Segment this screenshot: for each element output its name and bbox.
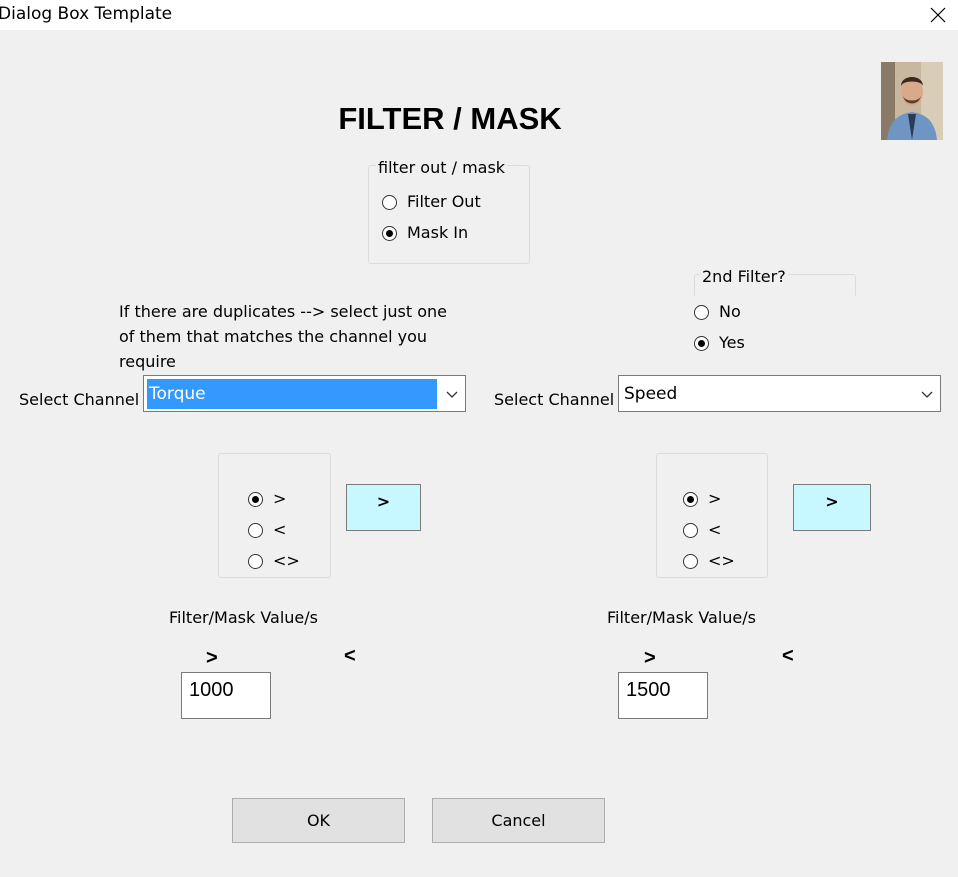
- left-operator-button[interactable]: >: [346, 484, 421, 531]
- left-op-not-equal-label: <>: [273, 551, 300, 570]
- note-line-2: of them that matches the channel you: [119, 327, 428, 346]
- right-op-not-equal-circle[interactable]: [683, 553, 698, 569]
- close-button[interactable]: [918, 0, 958, 30]
- left-op-less-circle[interactable]: [248, 522, 263, 538]
- left-select-channel-label: Select Channel: [19, 390, 140, 409]
- radio-no-label: No: [719, 302, 741, 321]
- left-value-input[interactable]: 1000: [181, 672, 271, 719]
- radio-filter-out-circle[interactable]: [382, 194, 397, 210]
- right-op-not-equal[interactable]: <>: [683, 551, 735, 571]
- note-line-1: If there are duplicates --> select just …: [119, 302, 448, 321]
- left-op-not-equal[interactable]: <>: [248, 551, 300, 571]
- user-photo: [881, 62, 943, 140]
- radio-filter-out[interactable]: Filter Out: [382, 192, 481, 212]
- duplicates-note: If there are duplicates --> select just …: [119, 299, 447, 374]
- radio-yes-circle[interactable]: [694, 335, 709, 351]
- right-op-not-equal-label: <>: [708, 551, 735, 570]
- chevron-down-icon: [921, 391, 933, 398]
- left-op-greater-circle[interactable]: [248, 491, 263, 507]
- right-less-symbol: <: [782, 645, 794, 667]
- chevron-down-icon: [446, 391, 458, 398]
- left-op-greater[interactable]: >: [248, 489, 286, 509]
- right-value-label: Filter/Mask Value/s: [607, 608, 756, 627]
- left-greater-symbol: >: [206, 647, 218, 669]
- radio-mask-in-circle[interactable]: [382, 225, 397, 241]
- note-line-3: require: [119, 352, 176, 371]
- page-title: FILTER / MASK: [338, 101, 562, 136]
- left-channel-select[interactable]: Torque: [143, 375, 466, 412]
- right-greater-symbol: >: [644, 647, 656, 669]
- left-less-symbol: <: [344, 645, 356, 667]
- right-op-greater-circle[interactable]: [683, 491, 698, 507]
- radio-no-circle[interactable]: [694, 304, 709, 320]
- right-select-channel-label: Select Channel: [494, 390, 615, 409]
- filter-mask-group: [368, 165, 530, 264]
- left-op-greater-label: >: [273, 489, 287, 508]
- radio-yes-label: Yes: [719, 333, 745, 352]
- left-op-less[interactable]: <: [248, 520, 286, 540]
- radio-second-filter-no[interactable]: No: [694, 302, 741, 322]
- right-op-less-label: <: [708, 520, 722, 539]
- left-op-less-label: <: [273, 520, 287, 539]
- dialog-body: FILTER / MASK filter out / mask Filter O…: [0, 30, 958, 877]
- right-op-greater[interactable]: >: [683, 489, 721, 509]
- close-icon: [930, 7, 946, 23]
- radio-mask-in[interactable]: Mask In: [382, 223, 468, 243]
- avatar: [881, 62, 943, 140]
- ok-button[interactable]: OK: [232, 798, 405, 843]
- right-channel-select[interactable]: Speed: [618, 375, 941, 412]
- window-title: Dialog Box Template: [0, 4, 173, 24]
- radio-filter-out-label: Filter Out: [407, 192, 481, 211]
- right-channel-value: Speed: [624, 384, 678, 404]
- second-filter-legend: 2nd Filter?: [700, 267, 788, 287]
- radio-mask-in-label: Mask In: [407, 223, 469, 242]
- left-op-not-equal-circle[interactable]: [248, 553, 263, 569]
- right-op-less-circle[interactable]: [683, 522, 698, 538]
- cancel-button[interactable]: Cancel: [432, 798, 605, 843]
- right-operator-button[interactable]: >: [793, 484, 871, 531]
- radio-second-filter-yes[interactable]: Yes: [694, 333, 745, 353]
- left-channel-value: Torque: [147, 379, 437, 409]
- left-value-label: Filter/Mask Value/s: [169, 608, 318, 627]
- right-op-less[interactable]: <: [683, 520, 721, 540]
- filter-mask-legend: filter out / mask: [376, 158, 508, 178]
- right-op-greater-label: >: [708, 489, 722, 508]
- right-value-input[interactable]: 1500: [618, 672, 708, 719]
- title-bar: Dialog Box Template: [0, 0, 958, 30]
